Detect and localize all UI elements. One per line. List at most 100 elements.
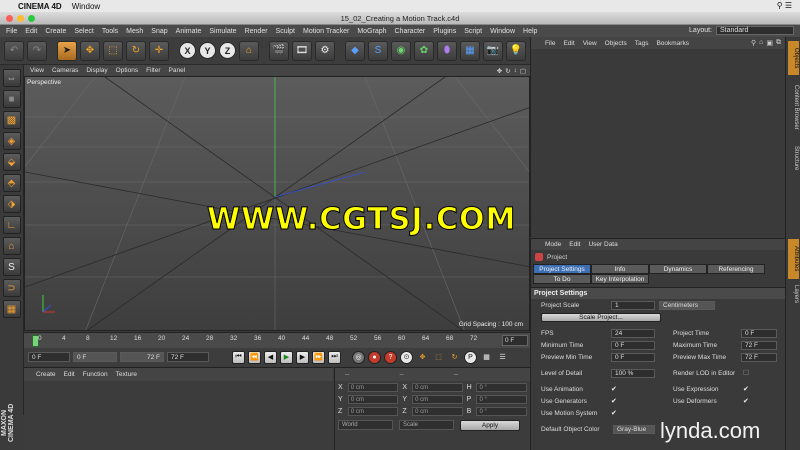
world-dropdown[interactable]: World bbox=[338, 420, 393, 430]
menu-help[interactable]: Help bbox=[523, 28, 537, 35]
tab-key-interpolation[interactable]: Key Interpolation bbox=[591, 274, 649, 284]
side-tab-content-browser[interactable]: Content Browser bbox=[788, 77, 799, 137]
menu-character[interactable]: Character bbox=[395, 28, 426, 35]
rotation-p-field[interactable]: 0 ° bbox=[476, 394, 527, 404]
previous-frame-icon[interactable]: ◀ bbox=[264, 350, 277, 364]
viewport-menu-filter[interactable]: Filter bbox=[146, 67, 160, 74]
menu-bar-icons[interactable]: ⚲ ☰ bbox=[777, 1, 792, 10]
close-window-button[interactable] bbox=[6, 15, 13, 22]
spline-pen-icon[interactable]: S bbox=[368, 40, 388, 61]
menu-snap[interactable]: Snap bbox=[151, 28, 167, 35]
object-menu-tags[interactable]: Tags bbox=[635, 40, 649, 47]
scale-project-button[interactable]: Scale Project... bbox=[541, 312, 661, 322]
position-z-field[interactable]: 0 cm bbox=[347, 406, 399, 416]
timeline-icon[interactable]: ☰ bbox=[496, 350, 509, 364]
menu-mograph[interactable]: MoGraph bbox=[357, 28, 386, 35]
live-selection-icon[interactable]: ➤ bbox=[57, 40, 77, 61]
rotation-b-field[interactable]: 0 ° bbox=[476, 406, 527, 416]
record-parameter-icon[interactable]: P bbox=[464, 350, 477, 364]
camera-icon[interactable]: 📷 bbox=[483, 40, 503, 61]
menu-file[interactable]: File bbox=[6, 28, 17, 35]
material-menu-edit[interactable]: Edit bbox=[64, 371, 75, 378]
menu-animate[interactable]: Animate bbox=[176, 28, 202, 35]
menu-window[interactable]: Window bbox=[490, 28, 515, 35]
tweak-mode-icon[interactable]: ⌂ bbox=[2, 237, 21, 255]
record-rotation-icon[interactable]: ↻ bbox=[448, 350, 461, 364]
preview-max-field[interactable]: 72 F bbox=[741, 352, 777, 362]
lod-field[interactable]: 100 % bbox=[611, 368, 655, 378]
search-icon[interactable]: ⚲ bbox=[751, 39, 756, 47]
apply-button[interactable]: Apply bbox=[460, 420, 520, 431]
render-view-icon[interactable]: 🎬 bbox=[269, 40, 289, 61]
point-level-animation-icon[interactable]: ▦ bbox=[480, 350, 493, 364]
redo-icon[interactable]: ↷ bbox=[27, 40, 47, 61]
timeline-ruler[interactable]: 0 4 8 12 16 20 24 28 32 36 40 44 48 52 5… bbox=[24, 332, 530, 348]
next-frame-icon[interactable]: ▶ bbox=[296, 350, 309, 364]
zoom-window-button[interactable] bbox=[28, 15, 35, 22]
side-tab-layers[interactable]: Layers bbox=[788, 281, 799, 307]
min-time-field[interactable]: 0 F bbox=[611, 340, 655, 350]
object-menu-bookmarks[interactable]: Bookmarks bbox=[656, 40, 689, 47]
material-menu-texture[interactable]: Texture bbox=[116, 371, 137, 378]
undo-icon[interactable]: ↶ bbox=[4, 40, 24, 61]
side-tab-structure[interactable]: Structure bbox=[788, 139, 799, 177]
rotation-h-field[interactable]: 0 ° bbox=[476, 382, 527, 392]
preview-min-field[interactable]: 0 F bbox=[611, 352, 655, 362]
tab-referencing[interactable]: Referencing bbox=[707, 264, 765, 274]
mac-window-menu[interactable]: Window bbox=[72, 2, 100, 11]
y-axis-lock-icon[interactable]: Y bbox=[199, 42, 216, 59]
project-scale-unit-dropdown[interactable]: Centimeters bbox=[659, 300, 715, 310]
tab-to-do[interactable]: To Do bbox=[533, 274, 591, 284]
workplane-icon[interactable]: ◈ bbox=[2, 132, 21, 150]
viewport-menu-display[interactable]: Display bbox=[86, 67, 107, 74]
snap-icon[interactable]: S bbox=[2, 258, 21, 276]
orbit-icon[interactable]: ↻ bbox=[505, 67, 510, 75]
start-frame-field[interactable]: 0 F bbox=[28, 352, 70, 362]
x-axis-lock-icon[interactable]: X bbox=[179, 42, 196, 59]
viewport-menu-panel[interactable]: Panel bbox=[169, 67, 186, 74]
use-generators-checkbox[interactable]: ✔ bbox=[611, 397, 617, 405]
new-panel-icon[interactable]: ⧉ bbox=[776, 39, 781, 47]
next-key-icon[interactable]: ⏩ bbox=[312, 350, 325, 364]
layout-dropdown[interactable]: Standard bbox=[716, 26, 794, 35]
menu-create[interactable]: Create bbox=[45, 28, 66, 35]
model-mode-icon[interactable]: ■ bbox=[2, 90, 21, 108]
render-picture-viewer-icon[interactable]: 🎞 bbox=[292, 40, 312, 61]
project-time-field[interactable]: 0 F bbox=[741, 328, 777, 338]
scale-icon[interactable]: ⬚ bbox=[103, 40, 123, 61]
menu-render[interactable]: Render bbox=[245, 28, 268, 35]
home-icon[interactable]: ⌂ bbox=[759, 39, 763, 47]
coordinate-system-icon[interactable]: ⌂ bbox=[239, 40, 259, 61]
minimize-window-button[interactable] bbox=[17, 15, 24, 22]
floor-icon[interactable]: ▦ bbox=[460, 40, 480, 61]
attr-menu-mode[interactable]: Mode bbox=[545, 241, 561, 248]
z-axis-lock-icon[interactable]: Z bbox=[219, 42, 236, 59]
range-end-field[interactable]: 72 F bbox=[120, 352, 164, 362]
record-keys-icon[interactable]: ● bbox=[368, 350, 381, 364]
texture-mode-icon[interactable]: ▩ bbox=[2, 111, 21, 129]
make-editable-icon[interactable]: ⇔ bbox=[2, 69, 21, 87]
size-z-field[interactable]: 0 cm bbox=[412, 406, 463, 416]
recent-tool-icon[interactable]: ✛ bbox=[149, 40, 169, 61]
perspective-viewport[interactable]: Perspective WWW.CGTSJ.COM Grid Spacing :… bbox=[24, 76, 530, 331]
menu-motion-tracker[interactable]: Motion Tracker bbox=[303, 28, 349, 35]
lock-workplane-icon[interactable]: ▦ bbox=[2, 300, 21, 318]
size-y-field[interactable]: 0 cm bbox=[412, 394, 463, 404]
autokey-icon[interactable]: ? bbox=[384, 350, 397, 364]
viewport-menu-options[interactable]: Options bbox=[116, 67, 138, 74]
object-menu-objects[interactable]: Objects bbox=[605, 40, 627, 47]
menu-mesh[interactable]: Mesh bbox=[126, 28, 143, 35]
attr-menu-user-data[interactable]: User Data bbox=[588, 241, 617, 248]
maximize-icon[interactable]: ▢ bbox=[520, 67, 526, 75]
range-start-field[interactable]: 0 F bbox=[73, 352, 117, 362]
move-icon[interactable]: ✥ bbox=[80, 40, 100, 61]
project-scale-field[interactable]: 1 bbox=[611, 300, 655, 310]
current-frame-field[interactable]: 0 F bbox=[502, 335, 528, 346]
attr-menu-edit[interactable]: Edit bbox=[569, 241, 580, 248]
rotate-icon[interactable]: ↻ bbox=[126, 40, 146, 61]
previous-key-icon[interactable]: ⏪ bbox=[248, 350, 261, 364]
menu-edit[interactable]: Edit bbox=[25, 28, 37, 35]
position-x-field[interactable]: 0 cm bbox=[347, 382, 399, 392]
go-to-start-icon[interactable]: ⏮ bbox=[232, 350, 245, 364]
size-x-field[interactable]: 0 cm bbox=[412, 382, 463, 392]
